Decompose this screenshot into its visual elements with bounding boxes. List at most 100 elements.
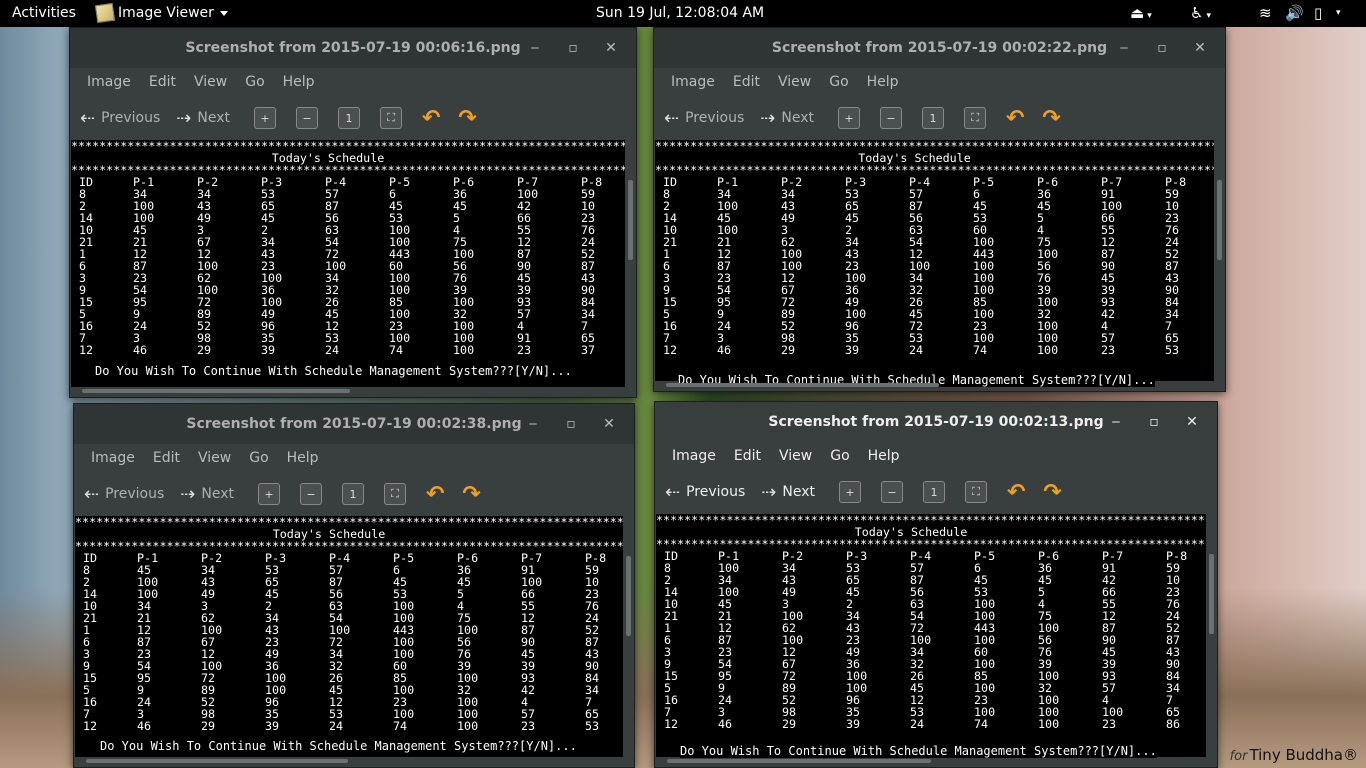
maximize-icon[interactable]: ▫ xyxy=(1143,40,1181,56)
previous-button[interactable]: ⇠ Previous xyxy=(80,108,160,129)
menu-help[interactable]: Help xyxy=(274,74,324,90)
menu-help[interactable]: Help xyxy=(858,74,908,90)
rotate-left-icon[interactable]: ↶ xyxy=(1007,480,1025,505)
menu-go[interactable]: Go xyxy=(236,74,273,90)
system-menu-chevron-icon[interactable]: ▾ xyxy=(1336,0,1341,27)
horizontal-scrollbar[interactable] xyxy=(82,389,350,393)
menu-edit[interactable]: Edit xyxy=(144,450,189,466)
zoom-out-icon[interactable]: − xyxy=(295,107,318,129)
maximize-icon[interactable]: ▫ xyxy=(554,40,592,56)
image-viewer-window[interactable]: Screenshot from 2015-07-19 00:02:13.png … xyxy=(654,401,1218,768)
window-titlebar[interactable]: Screenshot from 2015-07-19 00:02:22.png … xyxy=(654,28,1225,68)
image-viewer-window[interactable]: Screenshot from 2015-07-19 00:02:22.png … xyxy=(653,27,1226,392)
window-titlebar[interactable]: Screenshot from 2015-07-19 00:02:13.png … xyxy=(655,402,1217,442)
continue-prompt: Do You Wish To Continue With Schedule Ma… xyxy=(100,739,577,753)
rotate-right-icon[interactable]: ↷ xyxy=(1042,106,1060,131)
vertical-scrollbar[interactable] xyxy=(1209,554,1214,634)
best-fit-icon[interactable]: ⛶ xyxy=(963,107,986,129)
zoom-out-icon[interactable]: − xyxy=(879,107,902,129)
image-viewer-window[interactable]: Screenshot from 2015-07-19 00:02:38.png … xyxy=(73,403,635,768)
menu-help[interactable]: Help xyxy=(859,448,909,464)
normal-size-icon[interactable]: 1 xyxy=(922,481,945,503)
zoom-out-icon[interactable]: − xyxy=(880,481,903,503)
horizontal-scrollbar[interactable] xyxy=(667,759,931,763)
minimize-icon[interactable]: ‒ xyxy=(516,40,554,56)
maximize-icon[interactable]: ▫ xyxy=(552,416,590,432)
image-viewport[interactable]: ****************************************… xyxy=(74,516,634,767)
close-icon[interactable]: ✕ xyxy=(590,416,628,432)
activities-button[interactable]: Activities xyxy=(12,0,76,27)
previous-button[interactable]: ⇠ Previous xyxy=(665,482,745,503)
minimize-icon[interactable]: ‒ xyxy=(1097,414,1135,430)
vertical-scrollbar[interactable] xyxy=(1217,180,1222,260)
next-button[interactable]: ⇢ Next xyxy=(761,482,815,503)
menu-image[interactable]: Image xyxy=(82,450,144,466)
app-menu[interactable]: Image Viewer xyxy=(94,0,228,27)
horizontal-scrollbar[interactable] xyxy=(666,383,939,387)
battery-icon[interactable]: ▯ xyxy=(1314,0,1322,27)
menu-view[interactable]: View xyxy=(185,74,236,90)
menu-edit[interactable]: Edit xyxy=(725,448,770,464)
next-button[interactable]: ⇢ Next xyxy=(176,108,230,129)
rotate-left-icon[interactable]: ↶ xyxy=(426,482,444,507)
zoom-out-icon[interactable]: − xyxy=(299,483,322,505)
table-row: 5 9 89 100 45 100 32 57 34 xyxy=(656,682,1206,694)
next-label: Next xyxy=(781,110,814,126)
table-cell: 23 xyxy=(1102,717,1117,731)
best-fit-icon[interactable]: ⛶ xyxy=(383,483,406,505)
normal-size-icon[interactable]: 1 xyxy=(921,107,944,129)
zoom-in-icon[interactable]: + xyxy=(837,107,860,129)
minimize-icon[interactable]: ‒ xyxy=(1105,40,1143,56)
minimize-icon[interactable]: ‒ xyxy=(514,416,552,432)
rotate-left-icon[interactable]: ↶ xyxy=(1006,106,1024,131)
maximize-icon[interactable]: ▫ xyxy=(1135,414,1173,430)
rotate-left-icon[interactable]: ↶ xyxy=(422,106,440,131)
rotate-right-icon[interactable]: ↷ xyxy=(462,482,480,507)
normal-size-icon[interactable]: 1 xyxy=(337,107,360,129)
wifi-icon[interactable]: ≋ xyxy=(1259,0,1272,27)
table-cell: 100 xyxy=(453,343,475,357)
table-row: 6 87 67 23 72 100 56 90 87 xyxy=(75,636,623,648)
rotate-right-icon[interactable]: ↷ xyxy=(458,106,476,131)
accessibility-icon[interactable]: ♿ ▾ xyxy=(1190,0,1211,27)
menu-view[interactable]: View xyxy=(189,450,240,466)
rotate-right-icon[interactable]: ↷ xyxy=(1043,480,1061,505)
zoom-in-icon[interactable]: + xyxy=(253,107,276,129)
menu-image[interactable]: Image xyxy=(663,448,725,464)
previous-button[interactable]: ⇠ Previous xyxy=(664,108,744,129)
window-titlebar[interactable]: Screenshot from 2015-07-19 00:02:38.png … xyxy=(74,404,634,444)
volume-icon[interactable]: 🔊 xyxy=(1285,0,1304,27)
horizontal-scrollbar[interactable] xyxy=(86,759,348,763)
normal-size-icon[interactable]: 1 xyxy=(341,483,364,505)
menu-view[interactable]: View xyxy=(769,74,820,90)
image-viewer-window[interactable]: Screenshot from 2015-07-19 00:06:16.png … xyxy=(69,27,637,398)
menu-view[interactable]: View xyxy=(770,448,821,464)
clock[interactable]: Sun 19 Jul, 12:08:04 AM xyxy=(596,0,764,27)
best-fit-icon[interactable]: ⛶ xyxy=(964,481,987,503)
menu-help[interactable]: Help xyxy=(278,450,328,466)
next-button[interactable]: ⇢ Next xyxy=(760,108,814,129)
zoom-in-icon[interactable]: + xyxy=(257,483,280,505)
image-viewport[interactable]: ****************************************… xyxy=(655,514,1217,767)
menu-go[interactable]: Go xyxy=(240,450,277,466)
eject-icon[interactable]: ⏏ ▾ xyxy=(1130,0,1152,27)
close-icon[interactable]: ✕ xyxy=(1181,40,1219,56)
close-icon[interactable]: ✕ xyxy=(1173,414,1211,430)
menu-image[interactable]: Image xyxy=(662,74,724,90)
close-icon[interactable]: ✕ xyxy=(592,40,630,56)
menu-go[interactable]: Go xyxy=(821,448,858,464)
menu-edit[interactable]: Edit xyxy=(140,74,185,90)
menu-go[interactable]: Go xyxy=(820,74,857,90)
vertical-scrollbar[interactable] xyxy=(626,556,631,636)
best-fit-icon[interactable]: ⛶ xyxy=(379,107,402,129)
zoom-in-icon[interactable]: + xyxy=(838,481,861,503)
previous-button[interactable]: ⇠ Previous xyxy=(84,484,164,505)
image-viewport[interactable]: ****************************************… xyxy=(70,140,636,397)
menu-bar: Image Edit View Go Help xyxy=(654,68,1225,96)
vertical-scrollbar[interactable] xyxy=(628,180,633,260)
next-button[interactable]: ⇢ Next xyxy=(180,484,234,505)
menu-edit[interactable]: Edit xyxy=(724,74,769,90)
image-viewport[interactable]: ****************************************… xyxy=(654,140,1225,391)
menu-image[interactable]: Image xyxy=(78,74,140,90)
window-titlebar[interactable]: Screenshot from 2015-07-19 00:06:16.png … xyxy=(70,28,636,68)
